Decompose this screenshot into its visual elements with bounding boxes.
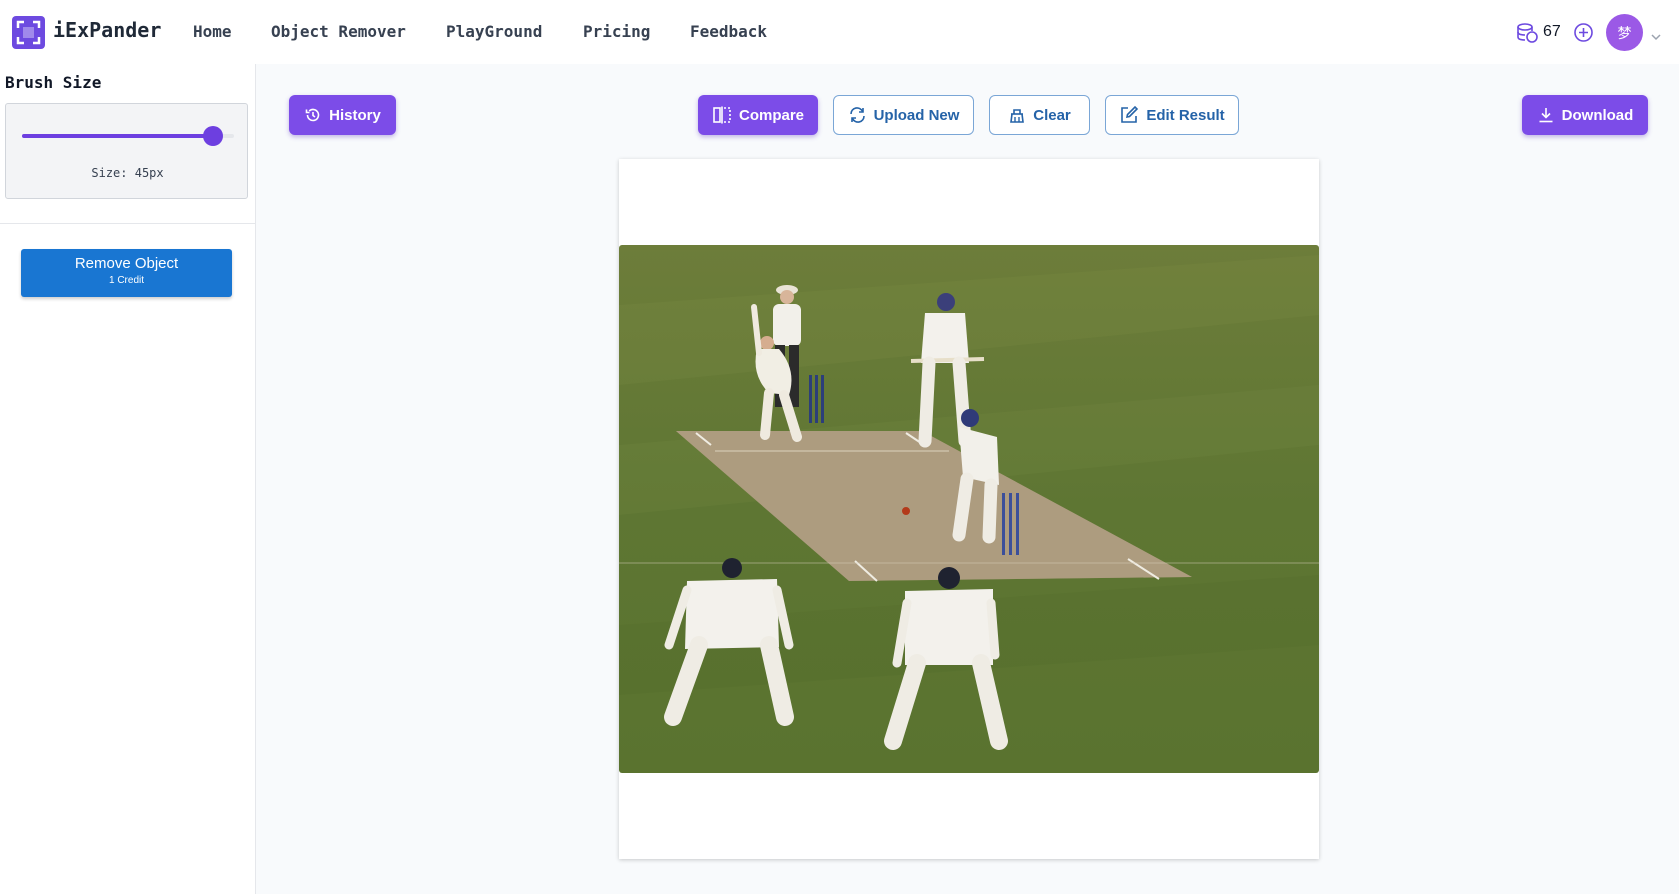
sidebar-divider: [0, 223, 255, 224]
add-credits-icon[interactable]: [1573, 22, 1594, 47]
compare-label: Compare: [738, 106, 805, 124]
image-canvas[interactable]: [619, 159, 1319, 859]
top-navigation-bar: iExPander Home Object Remover PlayGround…: [0, 0, 1679, 64]
history-icon: [305, 108, 320, 122]
download-icon: [1539, 108, 1553, 123]
edit-result-button[interactable]: Edit Result: [1105, 95, 1239, 135]
nav-object-remover[interactable]: Object Remover: [271, 22, 406, 41]
download-label: Download: [1561, 106, 1634, 124]
credits-database-icon: [1516, 22, 1538, 48]
history-label: History: [329, 106, 381, 124]
compare-icon: [713, 106, 731, 124]
user-avatar[interactable]: 梦: [1606, 14, 1643, 51]
nav-feedback[interactable]: Feedback: [690, 22, 767, 41]
remove-object-cost: 1 Credit: [108, 275, 144, 286]
refresh-icon: [849, 107, 865, 123]
brush-size-title: Brush Size: [5, 73, 102, 92]
clear-label: Clear: [1033, 106, 1071, 124]
nav-home[interactable]: Home: [193, 22, 232, 41]
nav-playground[interactable]: PlayGround: [446, 22, 542, 41]
cricket-scene-image: [619, 245, 1319, 773]
upload-new-button[interactable]: Upload New: [833, 95, 974, 135]
app-logo-icon[interactable]: [12, 16, 45, 49]
credits-count: 67: [1543, 23, 1561, 40]
brush-size-value: Size: 45px: [91, 166, 164, 180]
edit-result-label: Edit Result: [1146, 106, 1225, 124]
tool-sidebar: Brush Size Size: 45px Remove Object 1 Cr…: [0, 64, 256, 894]
cricket-photo[interactable]: [619, 245, 1319, 773]
remove-object-label: Remove Object: [74, 255, 179, 272]
brush-size-panel: Size: 45px: [5, 103, 248, 199]
remove-object-button[interactable]: Remove Object 1 Credit: [21, 249, 232, 297]
clear-button[interactable]: Clear: [989, 95, 1090, 135]
broom-icon: [1010, 109, 1025, 123]
slider-thumb[interactable]: [202, 126, 223, 146]
edit-icon: [1121, 105, 1139, 123]
slider-fill: [22, 134, 213, 138]
history-button[interactable]: History: [289, 95, 396, 135]
chevron-down-icon[interactable]: [1650, 27, 1662, 46]
app-brand-name[interactable]: iExPander: [53, 18, 161, 42]
upload-new-label: Upload New: [873, 106, 960, 124]
compare-button[interactable]: Compare: [698, 95, 818, 135]
nav-pricing[interactable]: Pricing: [583, 22, 650, 41]
brush-size-slider[interactable]: [22, 126, 234, 146]
download-button[interactable]: Download: [1522, 95, 1648, 135]
